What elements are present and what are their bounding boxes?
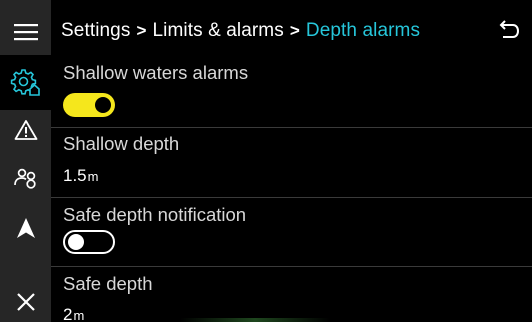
- sidebar-item-settings[interactable]: [0, 55, 51, 110]
- list-item: Safe depth notification: [51, 197, 532, 267]
- settings-home-icon: [10, 68, 40, 96]
- scroll-indicator: [180, 318, 330, 322]
- safe-depth-value: 2m: [63, 305, 84, 322]
- warning-icon: [14, 120, 37, 140]
- safe-notification-toggle[interactable]: [63, 230, 115, 254]
- toggle-knob: [95, 97, 111, 113]
- breadcrumb-settings[interactable]: Settings: [61, 20, 130, 41]
- sidebar-item-people[interactable]: [0, 160, 51, 196]
- toggle-knob: [68, 234, 84, 250]
- breadcrumb: Settings > Limits & alarms > Depth alarms: [61, 20, 420, 42]
- safe-depth-number: 2: [63, 305, 73, 322]
- shallow-depth-number: 1.5: [63, 166, 87, 185]
- list-item: Shallow waters alarms: [51, 55, 532, 100]
- close-button[interactable]: [0, 282, 51, 322]
- people-icon: [13, 168, 36, 189]
- shallow-depth-value: 1.5m: [63, 166, 98, 186]
- menu-button[interactable]: [0, 12, 51, 52]
- breadcrumb-separator: >: [289, 21, 300, 40]
- breadcrumb-limits-alarms[interactable]: Limits & alarms: [152, 20, 283, 41]
- shallow-alarms-label: Shallow waters alarms: [63, 62, 249, 83]
- sidebar: [0, 0, 51, 322]
- navigation-icon: [16, 218, 35, 238]
- back-arrow-icon: [499, 20, 520, 38]
- sidebar-item-navigation[interactable]: [0, 208, 51, 248]
- list-item[interactable]: Safe depth 2m: [51, 266, 532, 322]
- safe-depth-unit: m: [73, 308, 85, 322]
- shallow-depth-label: Shallow depth: [63, 133, 180, 154]
- shallow-depth-unit: m: [87, 169, 99, 184]
- shallow-alarms-toggle[interactable]: [63, 93, 115, 117]
- safe-depth-label: Safe depth: [63, 273, 153, 294]
- close-icon: [16, 293, 35, 311]
- safe-notification-label: Safe depth notification: [63, 204, 247, 225]
- settings-list: Shallow waters alarms Shallow depth 1.5m…: [51, 55, 532, 322]
- menu-icon: [13, 24, 38, 41]
- sidebar-item-alarms[interactable]: [0, 112, 51, 148]
- back-button[interactable]: [496, 20, 520, 47]
- list-item[interactable]: Shallow depth 1.5m: [51, 127, 532, 197]
- breadcrumb-depth-alarms: Depth alarms: [305, 20, 421, 41]
- breadcrumb-separator: >: [136, 21, 147, 40]
